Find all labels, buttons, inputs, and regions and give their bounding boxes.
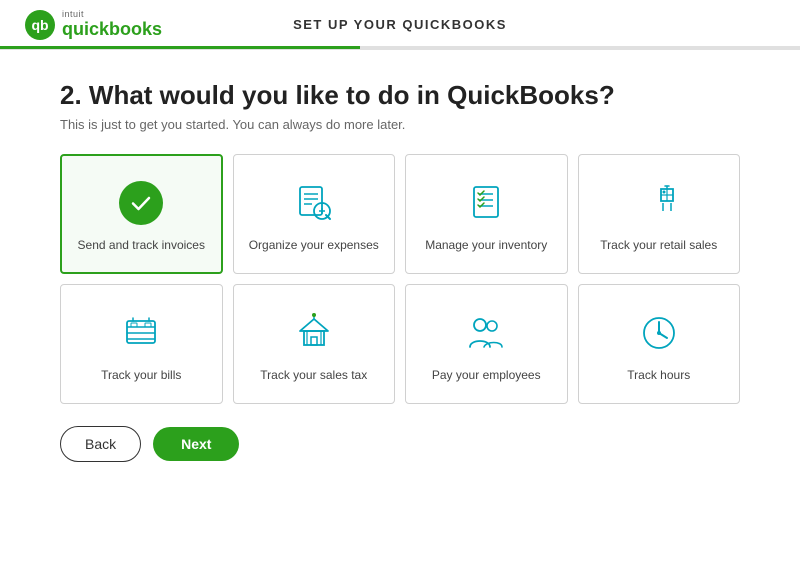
option-label-bills: Track your bills — [101, 367, 181, 384]
progress-bar-fill — [0, 46, 360, 49]
subtitle-text: This is just to get you started. You can… — [60, 117, 740, 132]
employees-icon — [462, 309, 510, 357]
question-text: What would you like to do in QuickBooks? — [89, 80, 615, 110]
header: qb intuit quickbooks SET UP YOUR QUICKBO… — [0, 0, 800, 50]
bills-icon — [117, 309, 165, 357]
option-label-inventory: Manage your inventory — [425, 237, 547, 254]
hours-icon — [635, 309, 683, 357]
expenses-icon — [290, 179, 338, 227]
svg-text:qb: qb — [31, 17, 48, 33]
main-content: 2. What would you like to do in QuickBoo… — [0, 50, 800, 482]
options-grid: Send and track invoices Organize your ex… — [60, 154, 740, 404]
option-track-hours[interactable]: Track hours — [578, 284, 741, 404]
option-organize-expenses[interactable]: Organize your expenses — [233, 154, 396, 274]
option-label-retail: Track your retail sales — [600, 237, 717, 254]
option-pay-employees[interactable]: Pay your employees — [405, 284, 568, 404]
option-label-employees: Pay your employees — [432, 367, 541, 384]
intuit-label: intuit — [62, 10, 162, 19]
inventory-icon — [462, 179, 510, 227]
step-number: 2. What would you like to do in QuickBoo… — [60, 80, 740, 111]
option-track-retail-sales[interactable]: Track your retail sales — [578, 154, 741, 274]
option-track-sales-tax[interactable]: Track your sales tax — [233, 284, 396, 404]
buttons-row: Back Next — [60, 426, 740, 462]
sales-tax-icon — [290, 309, 338, 357]
quickbooks-logo-icon: qb — [24, 9, 56, 41]
step-number-text: 2. — [60, 80, 82, 110]
option-manage-inventory[interactable]: Manage your inventory — [405, 154, 568, 274]
retail-icon — [635, 179, 683, 227]
brand-label: quickbooks — [62, 19, 162, 39]
logo-area: qb intuit quickbooks — [24, 9, 162, 41]
next-button[interactable]: Next — [153, 427, 239, 461]
option-label-hours: Track hours — [627, 367, 690, 384]
option-track-bills[interactable]: Track your bills — [60, 284, 223, 404]
invoice-icon — [117, 179, 165, 227]
header-title: SET UP YOUR QUICKBOOKS — [293, 17, 507, 32]
option-send-track-invoices[interactable]: Send and track invoices — [60, 154, 223, 274]
option-label-invoices: Send and track invoices — [78, 237, 205, 254]
option-label-expenses: Organize your expenses — [249, 237, 379, 254]
option-label-sales-tax: Track your sales tax — [260, 367, 367, 384]
progress-bar-container — [0, 46, 800, 49]
logo-text-group: intuit quickbooks — [62, 10, 162, 40]
back-button[interactable]: Back — [60, 426, 141, 462]
